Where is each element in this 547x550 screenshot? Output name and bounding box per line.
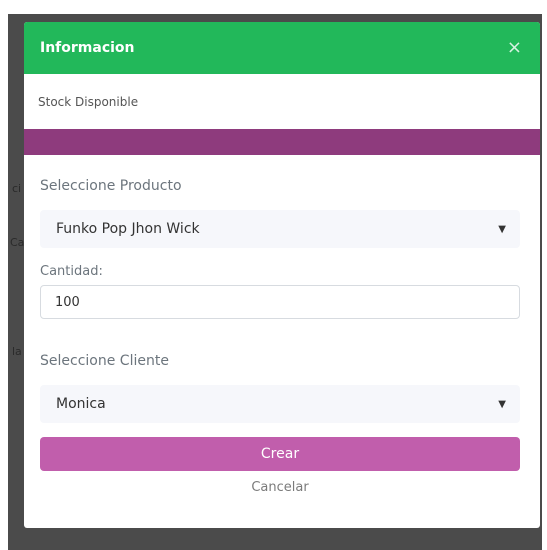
stock-available-label: Stock Disponible bbox=[38, 94, 139, 109]
crear-button[interactable]: Crear bbox=[40, 437, 520, 471]
cantidad-label: Cantidad: bbox=[40, 264, 103, 279]
order-form: Seleccione Producto Funko Pop Jhon Wick … bbox=[24, 178, 540, 495]
producto-label: Seleccione Producto bbox=[40, 178, 182, 194]
cancelar-button[interactable]: Cancelar bbox=[40, 480, 520, 495]
cliente-label: Seleccione Cliente bbox=[40, 353, 169, 369]
accent-bar bbox=[24, 129, 540, 155]
chevron-down-icon: ▼ bbox=[498, 223, 506, 235]
background-text-fragment: Ca bbox=[10, 236, 25, 249]
close-icon[interactable]: × bbox=[507, 39, 522, 57]
cantidad-input[interactable]: 100 bbox=[40, 285, 520, 319]
modal-header: Informacion × bbox=[24, 22, 540, 74]
cliente-select[interactable]: Monica ▼ bbox=[40, 385, 520, 423]
background-text-fragment: ci bbox=[12, 182, 22, 195]
modal-title: Informacion bbox=[40, 40, 135, 56]
producto-select[interactable]: Funko Pop Jhon Wick ▼ bbox=[40, 210, 520, 248]
create-order-modal: Informacion × Stock Disponible Seleccion… bbox=[24, 22, 540, 528]
producto-selected-value: Funko Pop Jhon Wick bbox=[56, 221, 200, 237]
background-text-fragment: la bbox=[12, 345, 22, 358]
cliente-selected-value: Monica bbox=[56, 396, 106, 412]
chevron-down-icon: ▼ bbox=[498, 398, 506, 410]
stock-subheader: Stock Disponible bbox=[24, 74, 540, 129]
cantidad-value: 100 bbox=[55, 294, 80, 310]
